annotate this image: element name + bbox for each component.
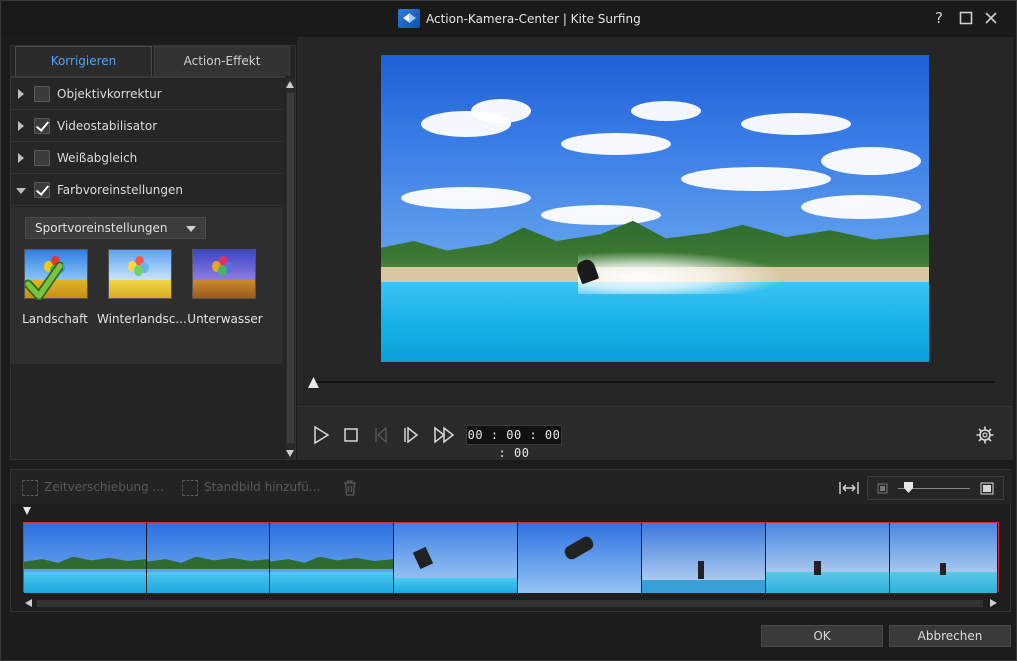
scroll-up-icon[interactable] bbox=[286, 81, 294, 88]
timeline-frame[interactable] bbox=[270, 523, 394, 593]
timeline-frame[interactable] bbox=[642, 523, 766, 593]
title-bar: Action-Kamera-Center | Kite Surfing ? bbox=[1, 1, 1016, 37]
section-videostabilisator[interactable]: Videostabilisator bbox=[11, 111, 283, 142]
scroll-thumb[interactable] bbox=[287, 93, 294, 443]
section-label: Farbvoreinstellungen bbox=[57, 183, 183, 197]
help-button[interactable]: ? bbox=[929, 8, 949, 28]
collapse-arrow-icon[interactable] bbox=[16, 188, 26, 194]
preset-label-winterlandschaft: Winterlandsc... bbox=[97, 312, 187, 326]
timeline-playhead[interactable] bbox=[23, 507, 31, 515]
preset-label-unterwasser: Unterwasser bbox=[187, 312, 263, 326]
scroll-down-icon[interactable] bbox=[286, 450, 294, 457]
tab-korrigieren[interactable]: Korrigieren bbox=[15, 46, 152, 76]
zoom-slider-knob[interactable] bbox=[904, 482, 914, 493]
timeline-toolbar: Zeitverschiebung ... Standbild hinzufü..… bbox=[11, 470, 1012, 504]
close-button[interactable] bbox=[981, 8, 1001, 28]
time-shift-icon[interactable] bbox=[22, 480, 38, 496]
trash-icon[interactable] bbox=[342, 479, 358, 497]
expand-arrow-icon[interactable] bbox=[18, 153, 24, 163]
ok-button[interactable]: OK bbox=[761, 625, 883, 647]
freeze-frame-icon[interactable] bbox=[182, 480, 198, 496]
preset-unterwasser-thumbnail[interactable] bbox=[192, 249, 256, 299]
cancel-button[interactable]: Abbrechen bbox=[889, 625, 1011, 647]
section-objektivkorrektur[interactable]: Objektivkorrektur bbox=[11, 79, 283, 110]
timeline-frame[interactable] bbox=[147, 523, 270, 593]
previous-frame-button[interactable] bbox=[371, 425, 391, 445]
timecode-display: 00 : 00 : 00 : 00 bbox=[466, 425, 562, 460]
maximize-icon bbox=[959, 11, 973, 25]
close-icon bbox=[985, 12, 997, 24]
freeze-frame-button[interactable]: Standbild hinzufü... bbox=[204, 480, 320, 494]
timeline-frame[interactable] bbox=[394, 523, 518, 593]
fit-to-timeline-icon[interactable] bbox=[839, 481, 859, 495]
chevron-down-icon bbox=[186, 226, 196, 232]
selected-check-icon bbox=[25, 262, 63, 301]
timeline-panel: Zeitverschiebung ... Standbild hinzufü..… bbox=[10, 469, 1012, 612]
app-logo-icon bbox=[398, 9, 420, 28]
timeline-frame[interactable] bbox=[518, 523, 642, 593]
tab-divider bbox=[11, 76, 285, 78]
section-label: Weißabgleich bbox=[57, 151, 138, 165]
zoom-out-icon[interactable] bbox=[877, 483, 888, 494]
expand-arrow-icon[interactable] bbox=[18, 121, 24, 131]
seek-knob[interactable] bbox=[308, 377, 319, 388]
farbvoreinstellungen-checkbox[interactable] bbox=[34, 182, 50, 198]
tab-action-effekt[interactable]: Action-Effekt bbox=[154, 46, 290, 76]
panel-scrollbar[interactable] bbox=[286, 79, 295, 459]
player-controls: 00 : 00 : 00 : 00 bbox=[297, 406, 1013, 460]
color-presets-area: Sportvoreinstellungen Landschaft Winterl… bbox=[11, 207, 283, 364]
expand-arrow-icon[interactable] bbox=[18, 89, 24, 99]
objektivkorrektur-checkbox[interactable] bbox=[34, 86, 50, 102]
section-label: Objektivkorrektur bbox=[57, 87, 162, 101]
timeline-frame[interactable] bbox=[890, 523, 998, 593]
window-title: Action-Kamera-Center | Kite Surfing bbox=[426, 12, 641, 26]
scroll-track[interactable] bbox=[37, 600, 983, 607]
zoom-in-icon[interactable] bbox=[980, 482, 994, 495]
correction-panel: Korrigieren Action-Effekt Objektivkorrek… bbox=[10, 45, 296, 460]
play-button[interactable] bbox=[311, 425, 331, 445]
settings-gear-button[interactable] bbox=[975, 425, 995, 445]
preset-winterlandschaft-thumbnail[interactable] bbox=[108, 249, 172, 299]
scroll-left-icon[interactable] bbox=[25, 599, 32, 607]
question-mark-icon: ? bbox=[935, 9, 943, 27]
weissabgleich-checkbox[interactable] bbox=[34, 150, 50, 166]
section-weissabgleich[interactable]: Weißabgleich bbox=[11, 143, 283, 174]
zoom-control bbox=[867, 476, 1004, 500]
time-shift-button[interactable]: Zeitverschiebung ... bbox=[44, 480, 164, 494]
maximize-button[interactable] bbox=[956, 8, 976, 28]
stop-button[interactable] bbox=[341, 425, 361, 445]
section-label: Videostabilisator bbox=[57, 119, 158, 133]
video-frame-strip[interactable] bbox=[23, 522, 999, 593]
dropdown-value: Sportvoreinstellungen bbox=[35, 221, 168, 235]
video-preview-frame[interactable] bbox=[381, 55, 929, 362]
timeline-scrollbar[interactable] bbox=[23, 597, 999, 609]
next-frame-button[interactable] bbox=[401, 425, 421, 445]
action-camera-center-window: Action-Kamera-Center | Kite Surfing ? Ko… bbox=[0, 0, 1017, 661]
timeline-frame[interactable] bbox=[24, 523, 147, 593]
preset-category-dropdown[interactable]: Sportvoreinstellungen bbox=[25, 217, 206, 239]
preset-label-landschaft: Landschaft bbox=[22, 312, 88, 326]
timeline-frame[interactable] bbox=[766, 523, 890, 593]
fast-forward-button[interactable] bbox=[433, 425, 455, 445]
seek-bar[interactable] bbox=[313, 381, 995, 383]
videostabilisator-checkbox[interactable] bbox=[34, 118, 50, 134]
video-preview-area bbox=[297, 37, 1013, 406]
scroll-right-icon[interactable] bbox=[990, 599, 997, 607]
section-farbvoreinstellungen[interactable]: Farbvoreinstellungen bbox=[11, 175, 283, 206]
